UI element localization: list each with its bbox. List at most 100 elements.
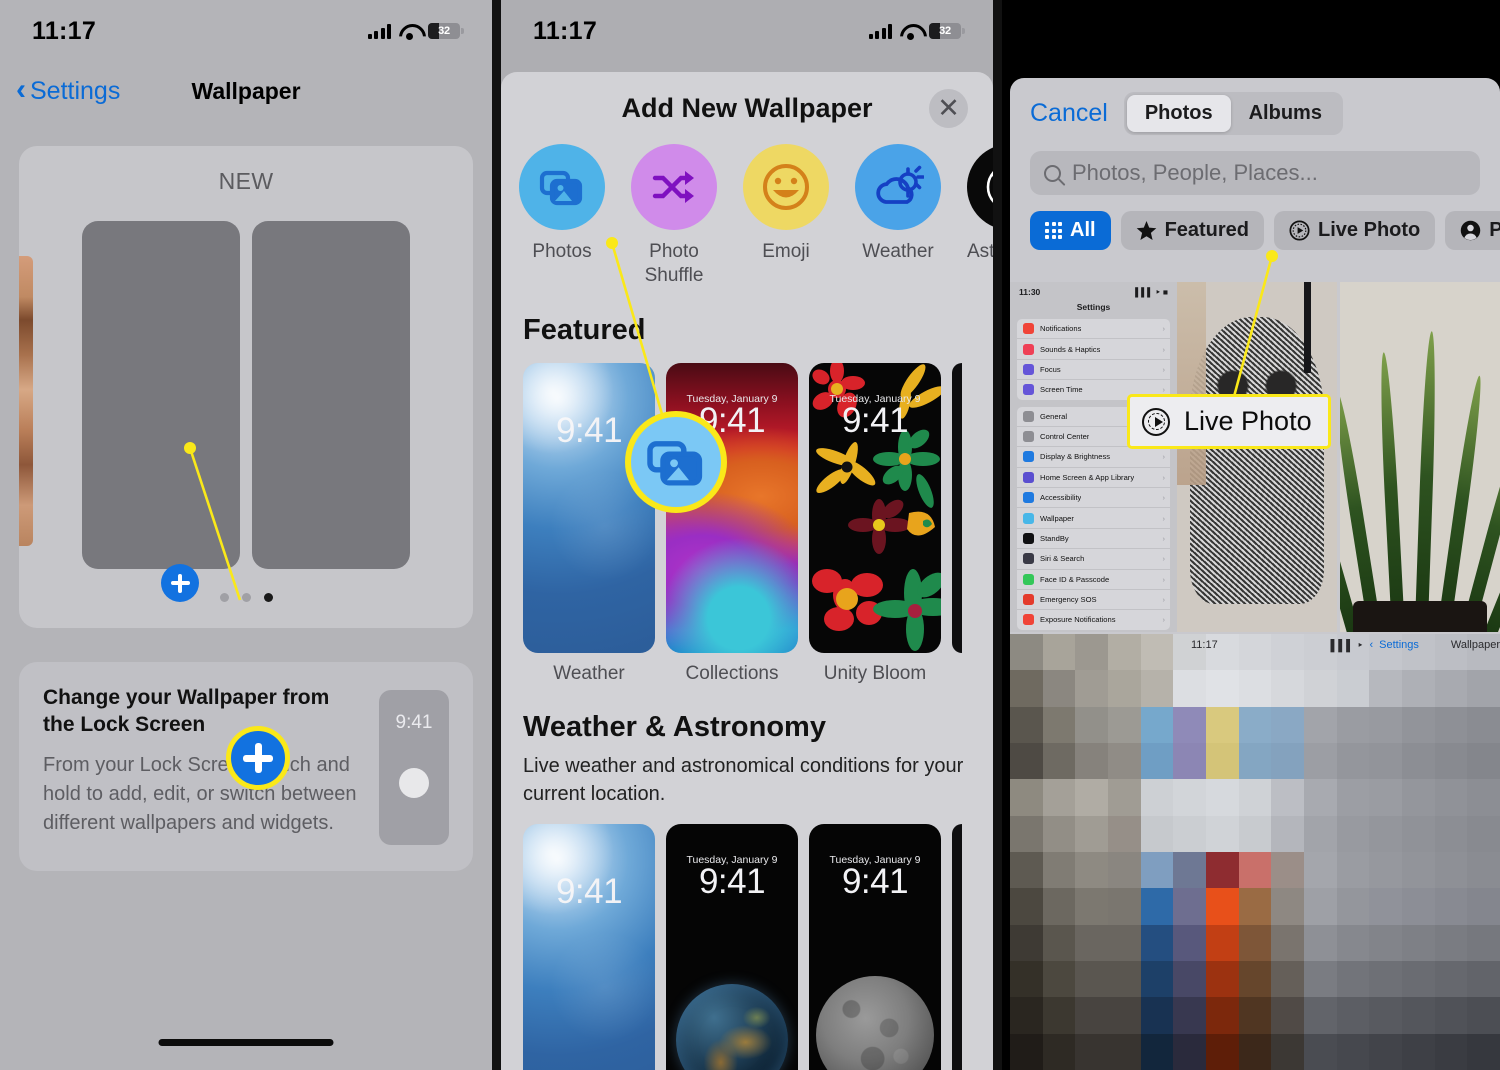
wallpaper-item[interactable]: 9:41: [523, 823, 655, 1070]
star-icon: [1136, 220, 1156, 240]
photos-albums-segmented-control[interactable]: Photos Albums: [1123, 92, 1343, 135]
category-row[interactable]: Photos Photo Shuffle Emoji Weather Ast: [501, 144, 993, 288]
wallpaper-item[interactable]: Tuesday, January 9 9:41: [809, 823, 941, 1070]
battery-icon: 32: [428, 23, 464, 39]
thumb-row-label: Wallpaper: [1040, 513, 1074, 523]
photo-picker-sheet: Cancel Photos Albums Photos, People, Pla…: [1010, 78, 1500, 1070]
add-wallpaper-button-small[interactable]: [161, 564, 199, 602]
thumb-settings-row: Sounds & Haptics ›: [1017, 339, 1170, 360]
photos-icon: [647, 441, 703, 486]
status-time: 11:17: [32, 16, 97, 45]
category-photo-shuffle[interactable]: Photo Shuffle: [631, 144, 717, 288]
page-dot[interactable]: [219, 593, 229, 602]
thumb-status-bar: 11:30 ▌▌▌ ‣ ■: [1010, 282, 1177, 298]
card-eyebrow-new: NEW: [218, 168, 274, 194]
mosaic-back-label: ‹: [1369, 639, 1374, 651]
status-bar-left: 11:17 32: [0, 0, 492, 62]
thumb-status-time: 11:30: [1019, 287, 1041, 297]
filter-pills[interactable]: All Featured Live Photo People: [1010, 195, 1500, 250]
back-button-label: Settings: [30, 76, 121, 105]
filter-all[interactable]: All: [1030, 211, 1111, 250]
close-icon[interactable]: ✕: [929, 89, 968, 128]
cancel-button[interactable]: Cancel: [1030, 99, 1108, 128]
lockscreen-thumbnails: [19, 221, 473, 569]
filter-featured[interactable]: Featured: [1120, 211, 1265, 250]
wallpaper-item-partial[interactable]: [952, 823, 962, 1070]
tip-title: Change your Wallpaper from the Lock Scre…: [43, 686, 330, 737]
filter-people[interactable]: People: [1445, 211, 1500, 250]
section-title-weather-astronomy: Weather & Astronomy: [523, 710, 826, 743]
category-label: Weather: [862, 241, 934, 262]
thumb-settings-group: Notifications › Sounds & Haptics › Focus › …: [1017, 319, 1170, 400]
tip-phone-illustration: 9:41: [379, 690, 449, 845]
leader-dot: [1266, 250, 1278, 262]
wifi-icon: [900, 23, 921, 40]
search-input[interactable]: Photos, People, Places...: [1030, 151, 1480, 195]
wallpaper-thumbnail[interactable]: 9:41: [523, 823, 655, 1070]
thumb-settings-row: Display & Brightness ›: [1017, 447, 1170, 468]
shuffle-icon: [631, 144, 717, 230]
section-subtitle: Live weather and astronomical conditions…: [523, 754, 964, 805]
back-button[interactable]: ‹ Settings: [16, 73, 121, 106]
page-dot[interactable]: [241, 593, 251, 602]
photo-thumbnail-settings-screenshot[interactable]: 11:30 ▌▌▌ ‣ ■ Settings Notifications › So…: [1010, 282, 1177, 632]
cellular-signal-icon: [868, 23, 892, 39]
photo-thumbnail-plant[interactable]: [1340, 282, 1500, 632]
panel-photo-picker: Cancel Photos Albums Photos, People, Pla…: [1002, 0, 1500, 1070]
filter-live-photo[interactable]: Live Photo: [1274, 211, 1436, 250]
page-dot-active[interactable]: [263, 593, 273, 602]
photo-detail: [1352, 600, 1488, 632]
add-wallpaper-button-highlighted[interactable]: [226, 726, 290, 790]
wallpaper-thumbnail[interactable]: Tuesday, January 9 9:41: [809, 823, 941, 1070]
photo-grid[interactable]: [1177, 282, 1500, 632]
wallpaper-item[interactable]: Tuesday, January 9 9:41: [666, 823, 798, 1070]
chevron-left-icon: ‹: [16, 73, 26, 106]
moon-art: [816, 975, 934, 1070]
wallpaper-thumbnail[interactable]: Tuesday, January 9 9:41: [809, 362, 941, 653]
wallpaper-item[interactable]: Tuesday, January 9 9:41 Collections: [666, 362, 798, 685]
weather-astronomy-row[interactable]: 9:41 Tuesday, January 9 9:41 Tuesday, Ja…: [501, 808, 993, 1070]
live-photo-callout-label: Live Photo: [1184, 406, 1312, 436]
category-emoji[interactable]: Emoji: [743, 144, 829, 288]
section-title-featured: Featured: [523, 313, 646, 346]
filter-label: All: [1070, 219, 1096, 241]
live-photo-icon: [1289, 220, 1310, 241]
tab-photos[interactable]: Photos: [1126, 95, 1231, 132]
wallpaper-item[interactable]: Tuesday, January 9 9:41 Unity Bloom: [809, 362, 941, 685]
lockscreen-thumb[interactable]: [82, 221, 240, 569]
wallpaper-thumbnail[interactable]: Tuesday, January 9 9:41: [666, 823, 798, 1070]
adjacent-wallpaper-peek[interactable]: [19, 256, 33, 546]
category-weather[interactable]: Weather: [855, 144, 941, 288]
touch-indicator: [399, 768, 429, 798]
category-photos[interactable]: Photos: [519, 144, 605, 288]
thumb-row-label: StandBy: [1040, 533, 1069, 543]
wallpaper-thumbnail[interactable]: 9:41: [523, 362, 655, 653]
home-indicator: [158, 1039, 334, 1046]
cellular-signal-icon: [367, 23, 391, 39]
thumb-row-label: Emergency SOS: [1040, 595, 1097, 605]
photo-thumbnail-owl[interactable]: [1177, 282, 1337, 632]
wallpaper-item-partial[interactable]: [952, 362, 962, 653]
leader-dot: [184, 442, 196, 454]
earth-globe-art: [676, 983, 788, 1070]
thumb-row-label: Screen Time: [1040, 385, 1083, 395]
featured-wallpaper-row[interactable]: 9:41 Weather Tuesday, January 9 9:41 Col…: [501, 347, 993, 685]
homescreen-thumb[interactable]: [252, 221, 410, 569]
wallpaper-clock: 9:41: [841, 861, 909, 901]
thumb-settings-row: Face ID & Passcode ›: [1017, 570, 1170, 590]
wallpaper-clock: 9:41: [841, 400, 909, 440]
filter-label: People: [1489, 219, 1500, 241]
wallpaper-item[interactable]: 9:41 Weather: [523, 362, 655, 685]
category-label: Photo Shuffle: [644, 241, 704, 286]
picker-header: Cancel Photos Albums: [1010, 78, 1500, 135]
category-astronomy[interactable]: Astronomy: [967, 144, 993, 288]
thumb-settings-row: Notifications ›: [1017, 319, 1170, 340]
emoji-icon: [743, 144, 829, 230]
search-icon: [1044, 164, 1061, 182]
pixelated-preview-area[interactable]: 11:17 ▌▌▌ ‣ ‹ Settings Wallpaper: [1010, 634, 1500, 1070]
navigation-bar-left: ‹ Settings Wallpaper: [0, 62, 492, 120]
photos-category-highlight[interactable]: [625, 411, 727, 513]
thumb-settings-row: Accessibility ›: [1017, 488, 1170, 509]
wifi-icon: [399, 23, 420, 40]
tab-albums[interactable]: Albums: [1231, 95, 1340, 132]
